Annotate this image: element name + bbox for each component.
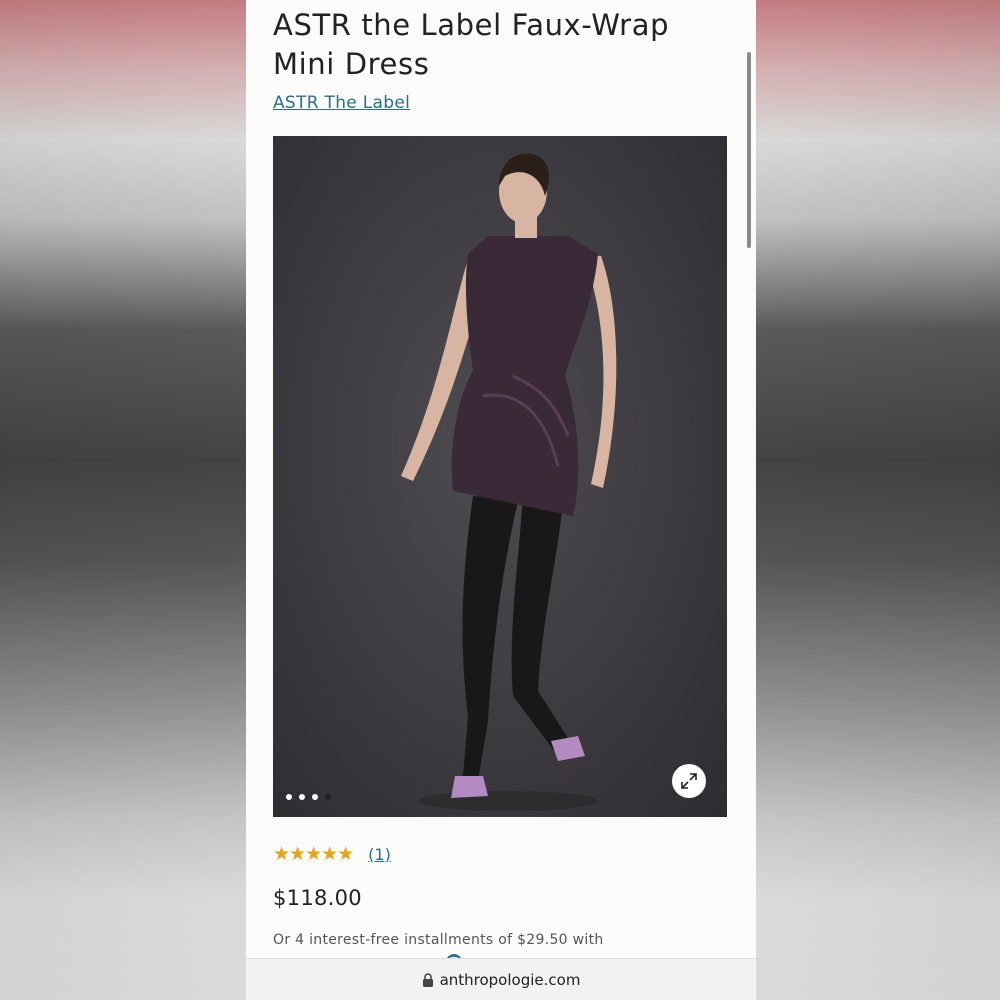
product-price: $118.00 [273,886,362,910]
lock-icon [422,973,433,987]
model-photo [401,153,617,811]
installments-text: Or 4 interest-free installments of $29.5… [273,932,604,948]
pagination-dot[interactable] [312,794,318,800]
pagination-dot[interactable] [286,794,292,800]
product-title: ASTR the Label Faux-Wrap Mini Dress [273,8,670,81]
rating: ★★★★★ (1) [273,843,391,865]
expand-icon [681,773,697,789]
pagination-dot[interactable] [299,794,305,800]
browser-url-bar[interactable]: anthropologie.com [246,958,756,1000]
product-image[interactable] [273,136,727,817]
star-rating-icons: ★★★★★ [273,843,354,865]
url-text: anthropologie.com [439,971,581,989]
expand-button[interactable] [672,764,706,798]
pagination-dot-active[interactable] [325,794,331,800]
mobile-page: ASTR the Label Faux-Wrap Mini Dress ASTR… [246,0,756,1000]
scrollbar[interactable] [747,52,751,248]
gallery-pagination[interactable] [286,794,331,800]
review-count-link[interactable]: (1) [368,845,391,864]
brand-link[interactable]: ASTR The Label [273,93,410,113]
